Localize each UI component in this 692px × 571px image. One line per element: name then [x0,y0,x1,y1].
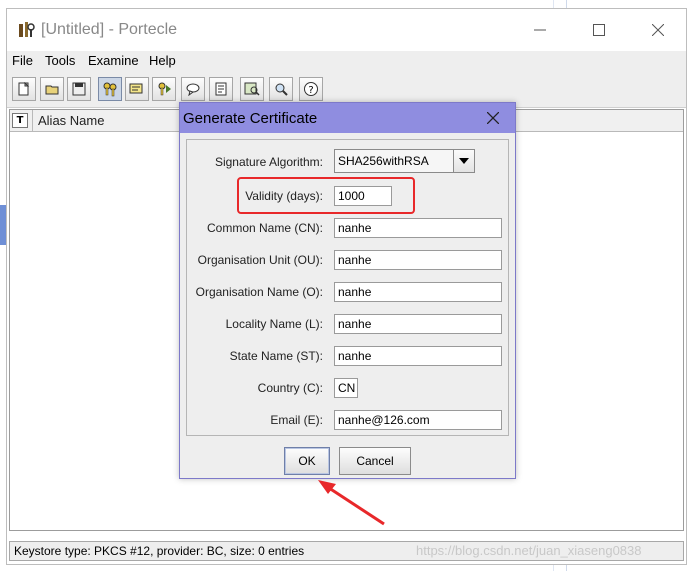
locality-name-label: Locality Name (L): [225,317,323,331]
save-keystore-icon [72,82,86,96]
generate-certificate-dialog: Generate Certificate Signature Algorithm… [179,102,516,479]
organisation-name-input[interactable]: nanhe [334,282,502,302]
status-text: Keystore type: PKCS #12, provider: BC, s… [14,544,305,558]
open-keystore-button[interactable] [40,77,64,101]
title-bar: [Untitled] - Portecle [7,9,686,51]
import-trusted-cert-button[interactable] [125,77,149,101]
examine-ssl-icon [275,83,288,96]
portecle-app-icon [19,22,35,37]
examine-certificate-icon [244,82,260,96]
keystore-report-icon [186,83,200,96]
import-trusted-cert-icon [129,83,143,94]
validity-highlight-annotation [237,177,415,214]
organisation-name-label: Organisation Name (O): [195,285,323,299]
organisation-unit-label: Organisation Unit (OU): [197,253,323,267]
ok-button[interactable]: OK [284,447,330,475]
watermark: https://blog.csdn.net/juan_xiaseng0838 [416,543,642,558]
country-label: Country (C): [257,381,323,395]
help-button[interactable]: ? [299,77,323,101]
minimize-icon [534,29,546,31]
state-name-input[interactable]: nanhe [334,346,502,366]
menu-help[interactable]: Help [149,53,176,68]
svg-text:?: ? [308,85,313,96]
alias-name-column-header[interactable]: Alias Name [38,113,104,128]
maximize-icon [593,24,605,36]
organisation-unit-input[interactable]: nanhe [334,250,502,270]
new-keystore-icon [18,82,30,96]
email-label: Email (E): [270,413,323,427]
common-name-input[interactable]: nanhe [334,218,502,238]
column-divider [32,110,33,131]
chevron-down-icon [459,158,469,164]
save-keystore-button[interactable] [67,77,91,101]
country-input[interactable]: CN [334,378,358,398]
dropdown-button[interactable] [453,150,474,172]
annotation-arrow-icon [318,480,385,526]
minimize-button[interactable] [518,15,562,45]
common-name-label: Common Name (CN): [206,221,323,235]
dialog-close-button[interactable] [480,108,506,128]
email-input[interactable]: nanhe@126.com [334,410,502,430]
import-keypair-icon [158,82,171,96]
import-keypair-button[interactable] [152,77,176,101]
change-password-button[interactable] [209,77,233,101]
menu-bar: File Tools Examine Help [7,51,686,71]
entry-type-column-header[interactable]: T [12,113,28,128]
new-keystore-button[interactable] [12,77,36,101]
menu-tools[interactable]: Tools [45,53,75,68]
generate-keypair-button[interactable] [98,77,122,101]
signature-algorithm-label: Signature Algorithm: [214,155,323,169]
examine-certificate-button[interactable] [240,77,264,101]
menu-file[interactable]: File [12,53,33,68]
dialog-title-bar: Generate Certificate [180,103,515,133]
signature-algorithm-value: SHA256withRSA [338,154,429,168]
examine-ssl-button[interactable] [269,77,293,101]
change-password-icon [215,82,227,96]
keystore-report-button[interactable] [181,77,205,101]
dialog-title: Generate Certificate [183,110,318,127]
state-name-label: State Name (ST): [229,349,323,363]
open-keystore-icon [45,85,59,95]
close-window-button[interactable] [636,15,680,45]
signature-algorithm-select[interactable]: SHA256withRSA [334,149,475,173]
close-icon [652,24,664,36]
generate-keypair-icon [103,82,117,97]
window-title: [Untitled] - Portecle [41,21,178,38]
cancel-button[interactable]: Cancel [339,447,411,475]
close-icon [487,112,499,124]
maximize-button[interactable] [577,15,621,45]
menu-examine[interactable]: Examine [88,53,139,68]
help-icon: ? [304,82,318,96]
locality-name-input[interactable]: nanhe [334,314,502,334]
